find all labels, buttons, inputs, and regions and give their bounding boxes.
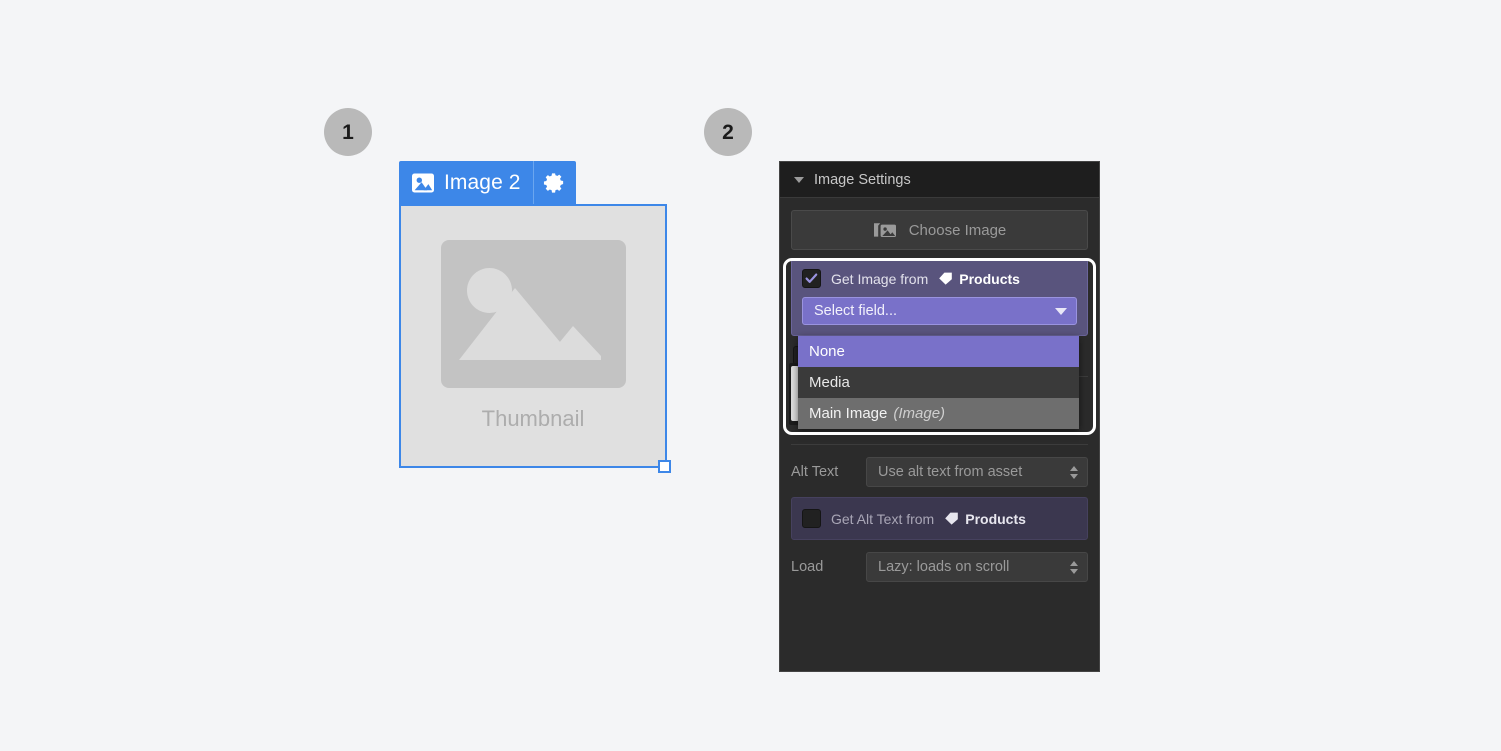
image-source-chip[interactable]: Products	[938, 271, 1020, 287]
gear-icon	[543, 171, 566, 194]
callout-badge-1-number: 1	[342, 120, 354, 144]
placeholder-caption: Thumbnail	[481, 406, 585, 431]
element-label-tab[interactable]: Image 2	[399, 161, 576, 204]
stepper-icon	[1070, 465, 1078, 479]
load-row: Load Lazy: loads on scroll	[791, 540, 1088, 582]
select-field-value: Select field...	[814, 303, 898, 319]
get-image-from-checkbox[interactable]	[802, 269, 821, 288]
stepper-icon	[1070, 560, 1078, 574]
callout-badge-1: 1	[324, 108, 372, 156]
dropdown-option-main-image[interactable]: Main Image (Image)	[798, 398, 1079, 429]
alt-text-label: Alt Text	[791, 464, 839, 480]
alt-text-select[interactable]: Use alt text from asset	[866, 457, 1088, 487]
load-select[interactable]: Lazy: loads on scroll	[866, 552, 1088, 582]
load-value: Lazy: loads on scroll	[878, 559, 1010, 575]
alt-text-value: Use alt text from asset	[878, 464, 1023, 480]
resize-handle[interactable]	[658, 460, 671, 473]
element-label-text: Image 2	[444, 170, 521, 194]
check-icon	[805, 273, 818, 283]
caret-down-icon[interactable]	[794, 176, 804, 183]
placeholder-image-icon	[440, 240, 626, 388]
images-icon	[873, 220, 898, 240]
alt-text-row: Alt Text Use alt text from asset	[791, 445, 1088, 487]
select-field-option-list[interactable]: None Media Main Image (Image)	[798, 336, 1079, 429]
placeholder-mountains	[458, 288, 601, 360]
chevron-down-icon	[1055, 307, 1067, 315]
callout-badge-2-number: 2	[722, 120, 734, 144]
alt-text-source-block[interactable]: Get Alt Text from Products	[791, 497, 1088, 540]
dropdown-option-none[interactable]: None	[798, 336, 1079, 367]
alt-text-source-chip[interactable]: Products	[944, 511, 1026, 527]
get-alt-text-from-checkbox[interactable]	[802, 509, 821, 528]
panel-title: Image Settings	[814, 171, 911, 188]
choose-image-label: Choose Image	[908, 221, 1007, 239]
image-icon	[411, 171, 435, 195]
screenshot-stage: 1 2 Image 2 Thumbnail Image Settings Cho…	[0, 0, 1501, 751]
dropdown-option-main-image-label: Main Image	[809, 405, 888, 422]
select-field-dropdown[interactable]: Select field...	[802, 297, 1077, 325]
alt-text-source-name: Products	[965, 510, 1026, 527]
dropdown-option-media-label: Media	[809, 374, 850, 391]
get-alt-text-from-label: Get Alt Text from	[831, 510, 935, 527]
image-source-name: Products	[959, 270, 1020, 287]
tag-icon	[938, 271, 953, 286]
element-label-main[interactable]: Image 2	[399, 161, 533, 204]
get-image-from-label: Get Image from	[831, 270, 929, 287]
callout-badge-2: 2	[704, 108, 752, 156]
image-placeholder-box[interactable]: Thumbnail	[399, 204, 667, 468]
load-label: Load	[791, 559, 824, 575]
tag-icon	[944, 511, 959, 526]
dropdown-option-main-image-type: (Image)	[893, 405, 946, 422]
panel-header[interactable]: Image Settings	[780, 162, 1099, 198]
dropdown-option-media[interactable]: Media	[798, 367, 1079, 398]
dropdown-option-none-label: None	[809, 343, 845, 360]
image-source-row[interactable]: Get Image from Products	[802, 269, 1077, 288]
choose-image-button[interactable]: Choose Image	[791, 210, 1088, 250]
image-source-block: Get Image from Products Select field...	[791, 259, 1088, 336]
element-settings-button[interactable]	[534, 161, 576, 204]
